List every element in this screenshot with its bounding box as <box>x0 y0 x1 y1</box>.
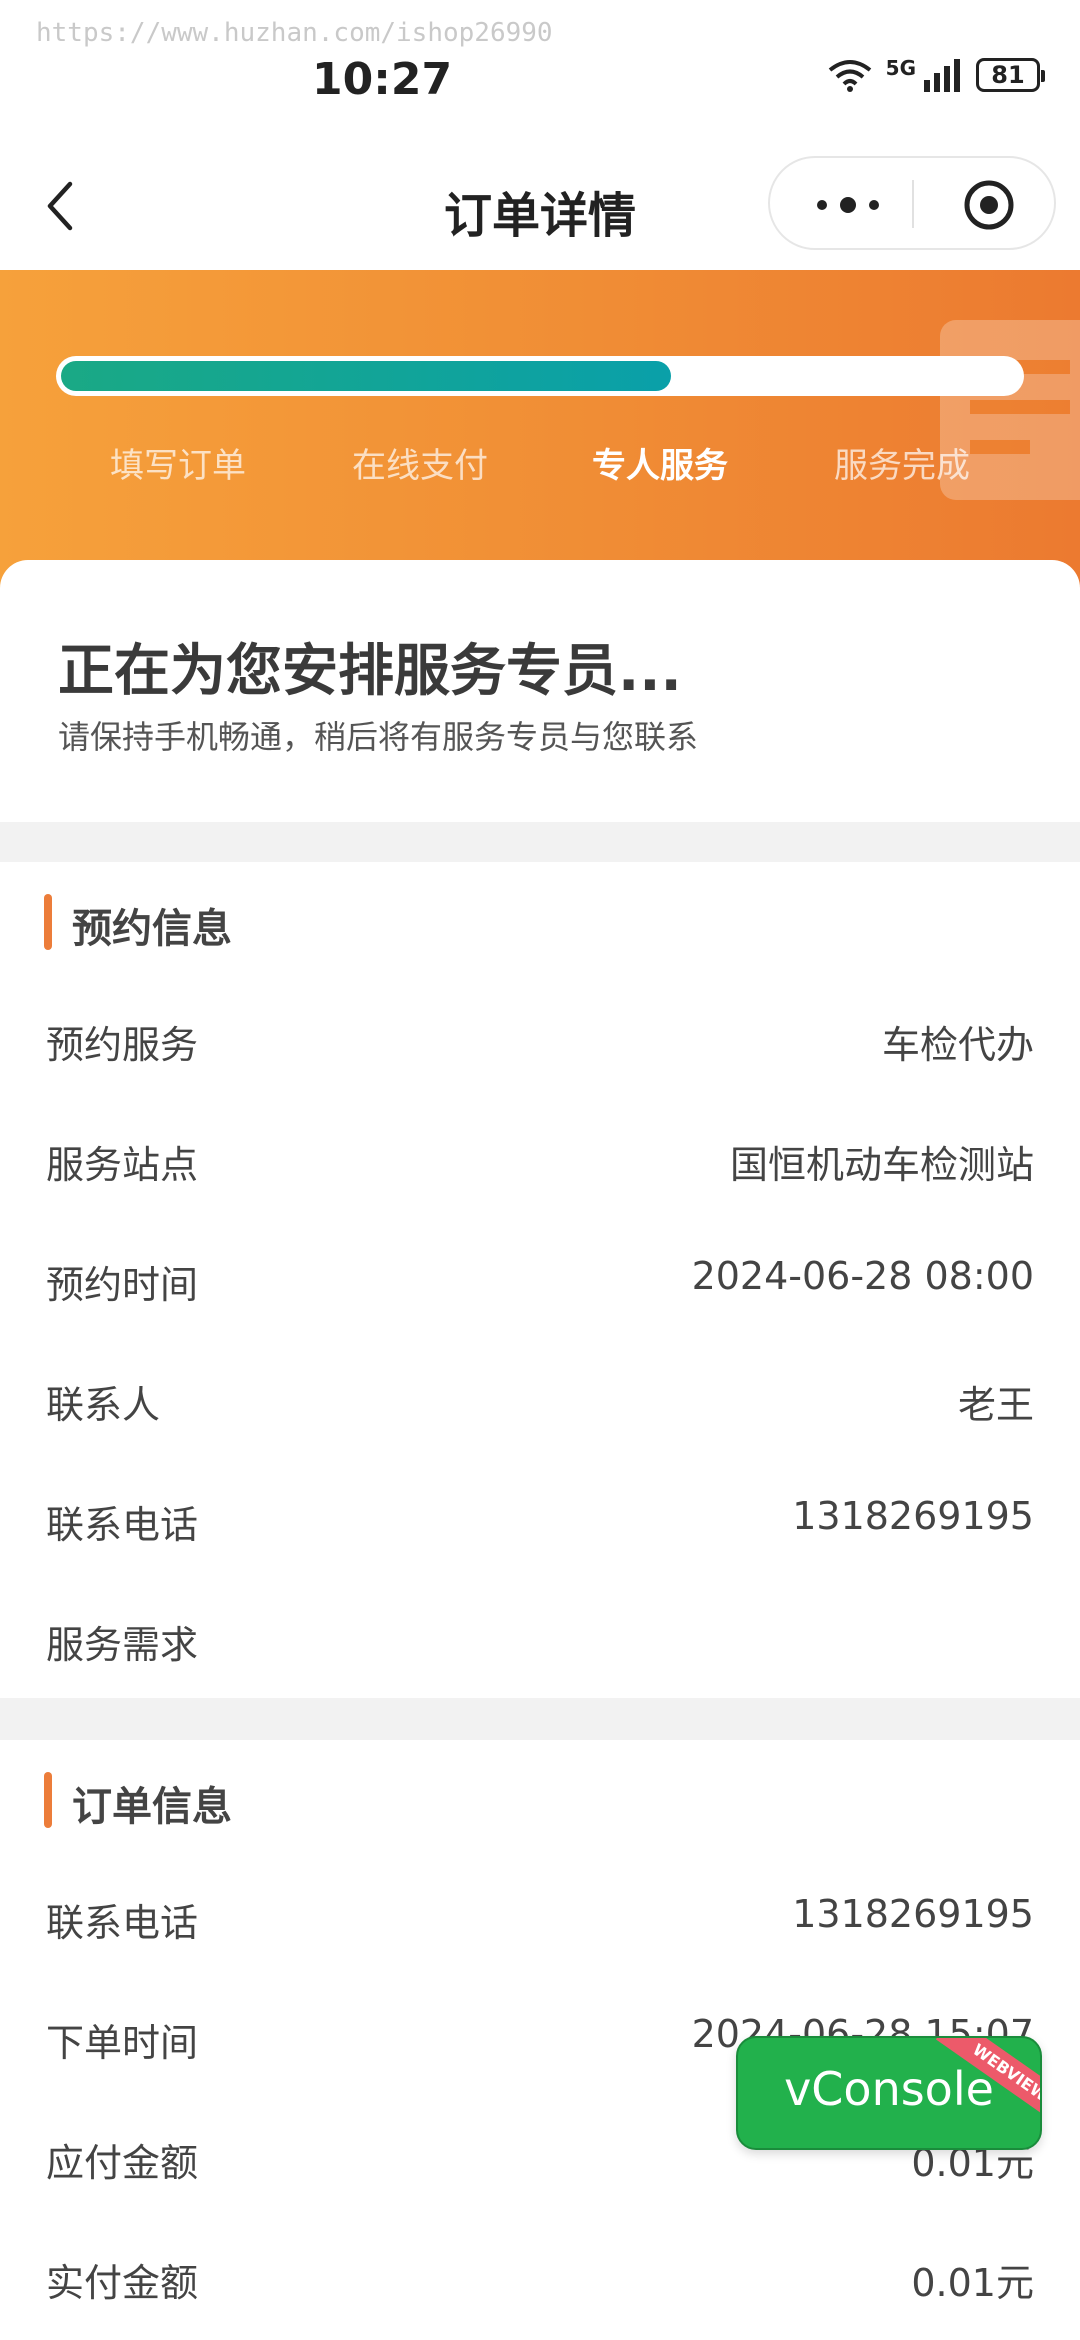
network-type: 5G <box>885 56 916 80</box>
vconsole-button[interactable]: vConsole WEBVIEW <box>736 2036 1042 2150</box>
row-value[interactable]: 1318269195 <box>792 1494 1034 1538</box>
row-value: 车检代办 <box>881 1023 1034 1067</box>
step-fill-order: 填写订单 <box>110 446 246 486</box>
progress-track <box>56 356 1024 396</box>
row-value: 0.01元 <box>911 2261 1034 2305</box>
info-row-service: 预约服务 车检代办 <box>0 978 1080 1098</box>
section-title: 订单信息 <box>72 1784 232 1830</box>
arranging-subtitle: 请保持手机畅通，稍后将有服务专员与您联系 <box>58 718 699 756</box>
step-dedicated-service: 专人服务 <box>592 446 728 486</box>
row-label: 服务站点 <box>46 1143 199 1187</box>
section-accent-bar <box>44 1772 52 1828</box>
nav-bar: 订单详情 <box>0 140 1080 270</box>
section-header: 订单信息 <box>0 1740 1080 1856</box>
order-row-amount-paid: 实付金额 0.01元 <box>0 2216 1080 2336</box>
appointment-info-section: 预约信息 预约服务 车检代办 服务站点 国恒机动车检测站 预约时间 2024-0… <box>0 862 1080 1698</box>
progress-fill <box>61 361 671 391</box>
row-label: 联系人 <box>46 1383 161 1427</box>
row-label: 联系电话 <box>46 1901 199 1945</box>
step-online-pay: 在线支付 <box>352 446 488 486</box>
info-row-contact: 联系人 老王 <box>0 1338 1080 1458</box>
info-row-phone: 联系电话 1318269195 <box>0 1458 1080 1578</box>
row-value: 老王 <box>957 1383 1034 1427</box>
row-label: 服务需求 <box>46 1623 199 1667</box>
mini-program-capsule <box>768 156 1056 250</box>
status-icons: 5G 81 <box>828 56 1045 92</box>
row-label: 下单时间 <box>46 2021 199 2065</box>
section-title: 预约信息 <box>72 906 232 952</box>
row-label: 联系电话 <box>46 1503 199 1547</box>
signal-icon <box>922 58 962 92</box>
watermark: https://www.huzhan.com/ishop26990 <box>36 18 553 48</box>
row-value[interactable]: 1318269195 <box>792 1892 1034 1936</box>
row-value: 国恒机动车检测站 <box>729 1143 1034 1187</box>
row-value: 2024-06-28 08:00 <box>691 1254 1034 1298</box>
progress-steps: 填写订单 在线支付 专人服务 服务完成 <box>0 438 1080 498</box>
order-progress-banner: 填写订单 在线支付 专人服务 服务完成 <box>0 270 1080 590</box>
order-row-phone: 联系电话 1318269195 <box>0 1856 1080 1976</box>
battery-icon: 81 <box>976 58 1045 92</box>
info-row-requirements: 服务需求 <box>0 1578 1080 1698</box>
close-mini-program-icon[interactable] <box>962 178 1016 232</box>
row-label: 实付金额 <box>46 2261 199 2305</box>
row-label: 应付金额 <box>46 2141 199 2185</box>
wifi-icon <box>828 58 872 92</box>
more-icon[interactable] <box>808 188 888 222</box>
info-row-station: 服务站点 国恒机动车检测站 <box>0 1098 1080 1218</box>
row-label: 预约服务 <box>46 1023 199 1067</box>
status-time: 10:27 <box>312 54 453 105</box>
section-accent-bar <box>44 894 52 950</box>
arranging-title: 正在为您安排服务专员... <box>58 639 682 704</box>
section-header: 预约信息 <box>0 862 1080 978</box>
row-label: 预约时间 <box>46 1263 199 1307</box>
info-row-time: 预约时间 2024-06-28 08:00 <box>0 1218 1080 1338</box>
arranging-status-card: 正在为您安排服务专员... 请保持手机畅通，稍后将有服务专员与您联系 <box>0 560 1080 822</box>
capsule-divider <box>912 180 914 228</box>
step-service-complete: 服务完成 <box>834 446 970 486</box>
